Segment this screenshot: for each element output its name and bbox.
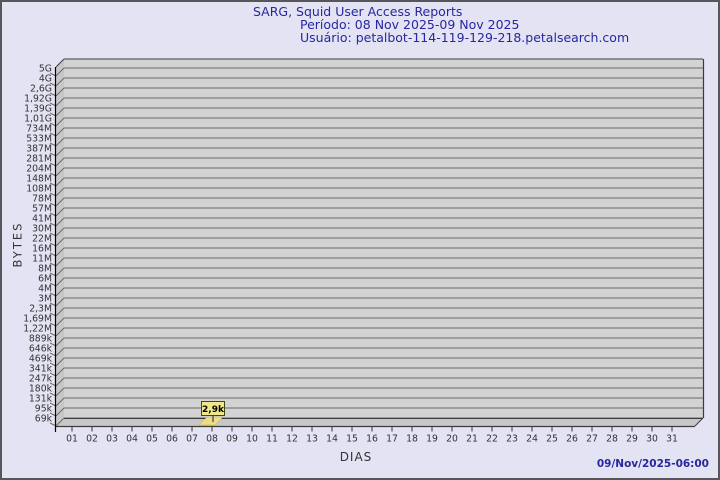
generation-timestamp: 09/Nov/2025-06:00 bbox=[597, 458, 709, 470]
x-tick-label: 22 bbox=[486, 434, 498, 445]
x-tick-label: 14 bbox=[326, 434, 338, 445]
x-tick-label: 19 bbox=[426, 434, 438, 445]
x-tick-label: 09 bbox=[226, 434, 238, 445]
x-tick-label: 10 bbox=[246, 434, 258, 445]
chart-svg: 5G4G2,6G1,92G1,39G1,01G734M533M387M281M2… bbox=[2, 2, 720, 480]
x-tick-label: 07 bbox=[186, 434, 198, 445]
x-tick-label: 31 bbox=[666, 434, 678, 445]
x-tick-label: 30 bbox=[646, 434, 658, 445]
x-tick-label: 18 bbox=[406, 434, 418, 445]
x-tick-label: 17 bbox=[386, 434, 398, 445]
x-tick-label: 01 bbox=[66, 434, 78, 445]
x-tick-label: 23 bbox=[506, 434, 518, 445]
x-tick-label: 06 bbox=[166, 434, 178, 445]
x-tick-label: 26 bbox=[566, 434, 578, 445]
x-tick-label: 08 bbox=[206, 434, 218, 445]
x-tick-label: 28 bbox=[606, 434, 618, 445]
x-tick-label: 27 bbox=[586, 434, 598, 445]
x-tick-label: 05 bbox=[146, 434, 158, 445]
sarg-report-chart: SARG, Squid User Access Reports Período:… bbox=[0, 0, 720, 480]
x-tick-label: 11 bbox=[266, 434, 278, 445]
plot-floor bbox=[56, 418, 703, 426]
y-tick-label: 69k bbox=[35, 413, 53, 424]
x-tick-label: 25 bbox=[546, 434, 558, 445]
x-tick-label: 13 bbox=[306, 434, 318, 445]
y-axis-title: BYTES bbox=[11, 203, 26, 287]
x-tick-label: 20 bbox=[446, 434, 458, 445]
x-tick-label: 29 bbox=[626, 434, 638, 445]
x-tick-label: 03 bbox=[106, 434, 118, 445]
x-tick-label: 24 bbox=[526, 434, 538, 445]
value-tooltip-label: 2,9k bbox=[202, 405, 225, 415]
x-tick-label: 15 bbox=[346, 434, 358, 445]
x-tick-label: 16 bbox=[366, 434, 378, 445]
x-tick-label: 21 bbox=[466, 434, 478, 445]
x-tick-label: 12 bbox=[286, 434, 298, 445]
x-tick-label: 02 bbox=[86, 434, 98, 445]
x-tick-label: 04 bbox=[126, 434, 138, 445]
x-axis-title: DIAS bbox=[296, 450, 416, 464]
